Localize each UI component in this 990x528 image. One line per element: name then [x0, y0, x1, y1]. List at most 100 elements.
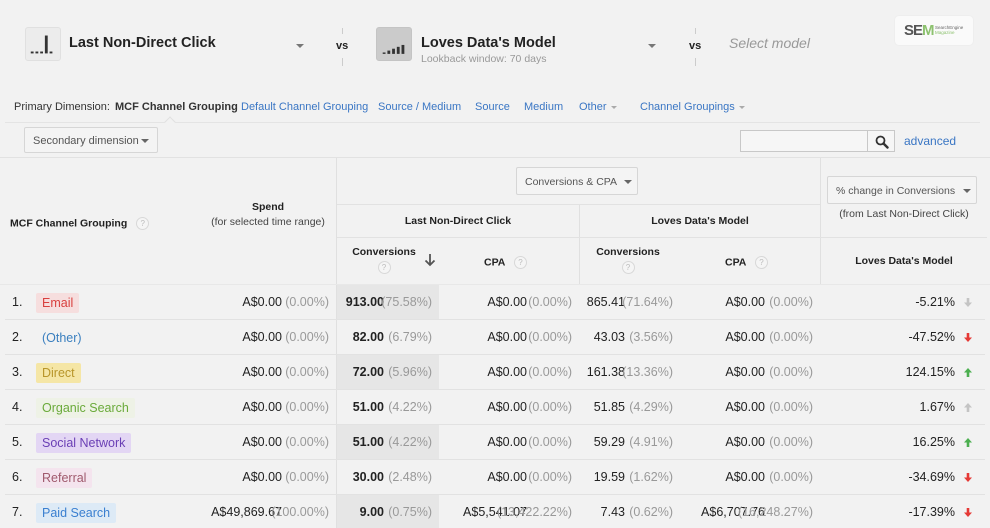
column-header-b-conversions[interactable]: Conversions ?: [588, 246, 668, 274]
model-b-cpa: A$0.00: [725, 470, 765, 484]
select-model-dropdown[interactable]: Select model: [729, 35, 810, 51]
help-icon[interactable]: ?: [513, 256, 527, 269]
model-a-conversions: 51.00: [352, 435, 384, 449]
help-icon[interactable]: ?: [377, 261, 391, 274]
dimension-link-channel-groupings[interactable]: Channel Groupings: [640, 101, 745, 113]
help-icon[interactable]: ?: [754, 256, 768, 269]
vs-label: vs: [689, 40, 702, 52]
column-header-a-conversions[interactable]: Conversions ?: [344, 246, 424, 274]
divider: [342, 28, 343, 34]
model-b-conversions: 7.43: [600, 505, 625, 519]
channel-link[interactable]: Organic Search: [36, 398, 135, 418]
column-header-b-conversions-label: Conversions: [596, 246, 660, 258]
model-a-conversions: 30.00: [352, 470, 384, 484]
column-header-change-model[interactable]: Loves Data's Model: [821, 255, 987, 267]
model-b-conversions-percent: (4.91%): [629, 435, 673, 449]
model-b-cpa-percent: (0.00%): [769, 470, 813, 484]
spend-value: A$0.00: [242, 365, 282, 379]
row-index: 2.: [12, 330, 23, 344]
model-b-conversions: 865.41: [586, 295, 625, 309]
model-a-conversions-percent: (6.79%): [388, 330, 432, 344]
model-a-cpa: A$0.00: [487, 330, 527, 344]
model-b-cpa: A$0.00: [725, 435, 765, 449]
model-a-conversions-percent: (75.58%): [381, 295, 432, 309]
sort-descending-arrow-icon[interactable]: [424, 253, 436, 267]
chevron-down-icon: [738, 105, 745, 109]
dimension-link-source[interactable]: Source: [475, 101, 510, 113]
dimension-link-default-channel-grouping[interactable]: Default Channel Grouping: [241, 101, 368, 113]
column-header-b-cpa[interactable]: CPA ?: [725, 256, 768, 269]
spend-value: A$0.00: [242, 435, 282, 449]
custom-model-icon: [376, 27, 412, 61]
model-b-cpa-percent: (0.00%): [769, 400, 813, 414]
model-b-dropdown-caret-icon[interactable]: [648, 44, 656, 48]
spend-percent: (0.00%): [285, 470, 329, 484]
dimension-link-other[interactable]: Other: [579, 101, 617, 113]
trend-up-arrow-icon: [964, 403, 972, 412]
model-a-cpa-percent: (0.00%): [528, 470, 572, 484]
model-a-dropdown-caret-icon[interactable]: [296, 44, 304, 48]
metric-selector-dropdown[interactable]: Conversions & CPA: [516, 167, 638, 195]
sem-logo-text: SearchEngine Magazine: [935, 25, 963, 35]
model-a-cpa-percent: (0.00%): [528, 330, 572, 344]
model-b-cpa-percent: (16,248.27%): [737, 505, 813, 519]
trend-down-arrow-icon: [964, 298, 972, 307]
channel-link[interactable]: Direct: [36, 363, 81, 383]
channel-link[interactable]: Email: [36, 293, 80, 313]
model-b-cpa: A$0.00: [725, 365, 765, 379]
channel-link[interactable]: Social Network: [36, 433, 132, 453]
dimension-link-medium[interactable]: Medium: [524, 101, 563, 113]
metric-selector-label: Conversions & CPA: [525, 176, 618, 188]
model-b-cpa: A$0.00: [725, 400, 765, 414]
model-b-conversions-percent: (71.64%): [622, 295, 673, 309]
sem-logo-line2: Magazine: [935, 30, 955, 35]
channel-link[interactable]: (Other): [36, 328, 88, 348]
trend-up-arrow-icon: [964, 368, 972, 377]
model-b-name[interactable]: Loves Data's Model: [421, 35, 556, 51]
table-row: 3. Direct A$0.00 (0.00%) 72.00 (5.96%) A…: [0, 355, 990, 390]
model-b-conversions-percent: (3.56%): [629, 330, 673, 344]
column-header-spend[interactable]: Spend (for selected time range): [208, 201, 328, 228]
model-a-conversions-percent: (4.22%): [388, 400, 432, 414]
table-search-input[interactable]: [740, 130, 868, 152]
model-a-name[interactable]: Last Non-Direct Click: [69, 35, 216, 51]
column-header-channel[interactable]: MCF Channel Grouping ?: [10, 217, 150, 230]
divider: [342, 58, 343, 66]
model-b-conversions: 19.59: [593, 470, 625, 484]
dimension-link-source-medium[interactable]: Source / Medium: [378, 101, 461, 113]
model-b-cpa-percent: (0.00%): [769, 365, 813, 379]
divider: [337, 237, 987, 238]
spend-value: A$0.00: [242, 400, 282, 414]
model-comparison-bar: Last Non-Direct Click vs Loves Data's Mo…: [0, 0, 990, 90]
model-a-cpa: A$0.00: [487, 365, 527, 379]
model-b-conversions: 51.85: [593, 400, 625, 414]
spend-value: A$0.00: [242, 470, 282, 484]
model-b-cpa-percent: (0.00%): [769, 435, 813, 449]
column-header-spend-sublabel: (for selected time range): [211, 216, 325, 228]
channel-link[interactable]: Referral: [36, 468, 93, 488]
chevron-down-icon: [624, 180, 632, 184]
conversion-change-percent: -17.39%: [908, 505, 955, 519]
spend-value: A$0.00: [242, 330, 282, 344]
help-icon[interactable]: ?: [621, 261, 635, 274]
sem-logo-se: SE: [904, 22, 923, 39]
secondary-dimension-dropdown[interactable]: Secondary dimension: [24, 127, 158, 153]
column-header-a-cpa[interactable]: CPA ?: [484, 256, 527, 269]
chevron-down-icon: [610, 105, 617, 109]
row-index: 7.: [12, 505, 23, 519]
help-icon[interactable]: ?: [136, 217, 150, 230]
model-b-cpa-percent: (0.00%): [769, 295, 813, 309]
conversion-change-percent: 1.67%: [919, 400, 955, 414]
conversion-change-percent: 16.25%: [912, 435, 955, 449]
model-b-conversions: 59.29: [593, 435, 625, 449]
advanced-filter-link[interactable]: advanced: [904, 134, 956, 148]
change-metric-dropdown[interactable]: % change in Conversions: [827, 176, 977, 204]
divider: [5, 122, 980, 123]
column-header-channel-label: MCF Channel Grouping: [10, 217, 128, 230]
row-index: 3.: [12, 365, 23, 379]
divider: [337, 204, 820, 205]
search-button[interactable]: [867, 130, 895, 152]
search-icon: [875, 135, 889, 149]
dimension-link-channel-groupings-label: Channel Groupings: [640, 101, 735, 113]
channel-link[interactable]: Paid Search: [36, 503, 117, 523]
